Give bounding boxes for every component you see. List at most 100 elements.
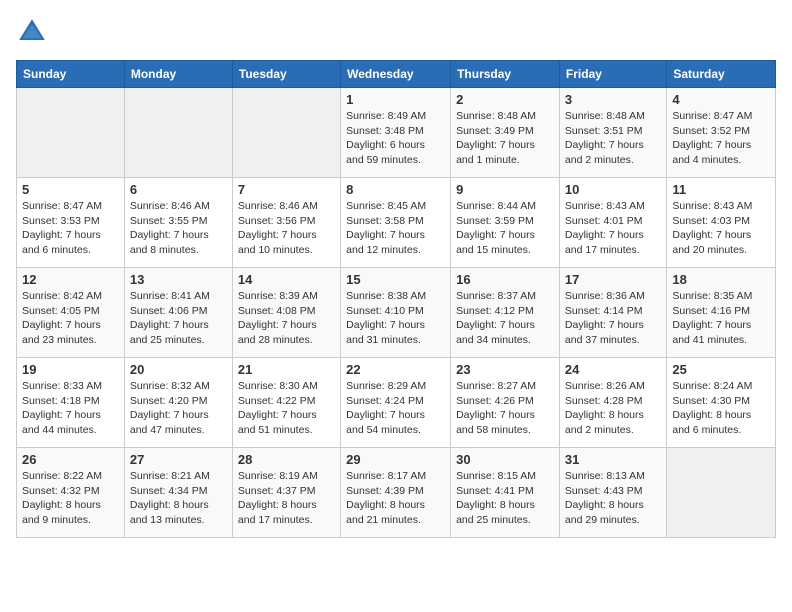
day-number: 31 — [565, 452, 661, 467]
day-info: Sunrise: 8:39 AM Sunset: 4:08 PM Dayligh… — [238, 289, 335, 348]
day-number: 1 — [346, 92, 445, 107]
day-info: Sunrise: 8:47 AM Sunset: 3:52 PM Dayligh… — [672, 109, 770, 168]
calendar-cell: 9 Sunrise: 8:44 AM Sunset: 3:59 PM Daylig… — [451, 178, 560, 268]
day-number: 10 — [565, 182, 661, 197]
weekday-header-tuesday: Tuesday — [232, 61, 340, 88]
day-number: 4 — [672, 92, 770, 107]
calendar-cell: 12 Sunrise: 8:42 AM Sunset: 4:05 PM Dayli… — [17, 268, 125, 358]
day-info: Sunrise: 8:19 AM Sunset: 4:37 PM Dayligh… — [238, 469, 335, 528]
day-info: Sunrise: 8:42 AM Sunset: 4:05 PM Dayligh… — [22, 289, 119, 348]
weekday-header-thursday: Thursday — [451, 61, 560, 88]
day-number: 14 — [238, 272, 335, 287]
day-info: Sunrise: 8:44 AM Sunset: 3:59 PM Dayligh… — [456, 199, 554, 258]
calendar-cell: 19 Sunrise: 8:33 AM Sunset: 4:18 PM Dayli… — [17, 358, 125, 448]
day-number: 3 — [565, 92, 661, 107]
calendar-cell — [667, 448, 776, 538]
day-info: Sunrise: 8:37 AM Sunset: 4:12 PM Dayligh… — [456, 289, 554, 348]
day-number: 20 — [130, 362, 227, 377]
weekday-header-friday: Friday — [559, 61, 666, 88]
day-info: Sunrise: 8:17 AM Sunset: 4:39 PM Dayligh… — [346, 469, 445, 528]
day-info: Sunrise: 8:48 AM Sunset: 3:51 PM Dayligh… — [565, 109, 661, 168]
calendar-cell — [124, 88, 232, 178]
day-number: 19 — [22, 362, 119, 377]
day-info: Sunrise: 8:33 AM Sunset: 4:18 PM Dayligh… — [22, 379, 119, 438]
day-number: 16 — [456, 272, 554, 287]
calendar-cell: 24Sunrise: 8:26 AM Sunset: 4:28 PM Dayli… — [559, 358, 666, 448]
calendar-cell: 8Sunrise: 8:45 AM Sunset: 3:58 PM Daylig… — [341, 178, 451, 268]
day-number: 30 — [456, 452, 554, 467]
day-number: 8 — [346, 182, 445, 197]
weekday-header-saturday: Saturday — [667, 61, 776, 88]
calendar-cell — [17, 88, 125, 178]
calendar-cell: 14 Sunrise: 8:39 AM Sunset: 4:08 PM Dayli… — [232, 268, 340, 358]
day-number: 15 — [346, 272, 445, 287]
calendar-cell: 27 Sunrise: 8:21 AM Sunset: 4:34 PM Dayli… — [124, 448, 232, 538]
calendar-cell: 3 Sunrise: 8:48 AM Sunset: 3:51 PM Daylig… — [559, 88, 666, 178]
calendar-cell: 1 Sunrise: 8:49 AM Sunset: 3:48 PM Daylig… — [341, 88, 451, 178]
calendar-body: 1 Sunrise: 8:49 AM Sunset: 3:48 PM Daylig… — [17, 88, 776, 538]
calendar-cell: 7Sunrise: 8:46 AM Sunset: 3:56 PM Daylig… — [232, 178, 340, 268]
day-number: 12 — [22, 272, 119, 287]
calendar-header: SundayMondayTuesdayWednesdayThursdayFrid… — [17, 61, 776, 88]
day-info: Sunrise: 8:36 AM Sunset: 4:14 PM Dayligh… — [565, 289, 661, 348]
day-info: Sunrise: 8:32 AM Sunset: 4:20 PM Dayligh… — [130, 379, 227, 438]
day-number: 17 — [565, 272, 661, 287]
calendar-cell: 30 Sunrise: 8:15 AM Sunset: 4:41 PM Dayli… — [451, 448, 560, 538]
calendar-cell: 31 Sunrise: 8:13 AM Sunset: 4:43 PM Dayli… — [559, 448, 666, 538]
day-info: Sunrise: 8:49 AM Sunset: 3:48 PM Dayligh… — [346, 109, 445, 168]
weekday-header-sunday: Sunday — [17, 61, 125, 88]
calendar-cell: 20 Sunrise: 8:32 AM Sunset: 4:20 PM Dayli… — [124, 358, 232, 448]
day-info: Sunrise: 8:35 AM Sunset: 4:16 PM Dayligh… — [672, 289, 770, 348]
calendar-cell: 17 Sunrise: 8:36 AM Sunset: 4:14 PM Dayli… — [559, 268, 666, 358]
calendar-week-0: 1 Sunrise: 8:49 AM Sunset: 3:48 PM Daylig… — [17, 88, 776, 178]
day-number: 29 — [346, 452, 445, 467]
calendar-cell: 28Sunrise: 8:19 AM Sunset: 4:37 PM Dayli… — [232, 448, 340, 538]
day-number: 26 — [22, 452, 119, 467]
day-info: Sunrise: 8:38 AM Sunset: 4:10 PM Dayligh… — [346, 289, 445, 348]
logo-icon — [16, 16, 48, 48]
day-number: 22 — [346, 362, 445, 377]
day-info: Sunrise: 8:30 AM Sunset: 4:22 PM Dayligh… — [238, 379, 335, 438]
calendar-cell: 26 Sunrise: 8:22 AM Sunset: 4:32 PM Dayli… — [17, 448, 125, 538]
calendar-cell: 15 Sunrise: 8:38 AM Sunset: 4:10 PM Dayli… — [341, 268, 451, 358]
day-number: 13 — [130, 272, 227, 287]
calendar-cell: 4 Sunrise: 8:47 AM Sunset: 3:52 PM Daylig… — [667, 88, 776, 178]
day-info: Sunrise: 8:43 AM Sunset: 4:03 PM Dayligh… — [672, 199, 770, 258]
day-number: 27 — [130, 452, 227, 467]
calendar-cell: 21Sunrise: 8:30 AM Sunset: 4:22 PM Dayli… — [232, 358, 340, 448]
day-info: Sunrise: 8:21 AM Sunset: 4:34 PM Dayligh… — [130, 469, 227, 528]
calendar-cell: 16 Sunrise: 8:37 AM Sunset: 4:12 PM Dayli… — [451, 268, 560, 358]
calendar-table: SundayMondayTuesdayWednesdayThursdayFrid… — [16, 60, 776, 538]
calendar-week-2: 12 Sunrise: 8:42 AM Sunset: 4:05 PM Dayli… — [17, 268, 776, 358]
calendar-cell: 5 Sunrise: 8:47 AM Sunset: 3:53 PM Daylig… — [17, 178, 125, 268]
day-info: Sunrise: 8:27 AM Sunset: 4:26 PM Dayligh… — [456, 379, 554, 438]
day-info: Sunrise: 8:46 AM Sunset: 3:55 PM Dayligh… — [130, 199, 227, 258]
calendar-cell: 23Sunrise: 8:27 AM Sunset: 4:26 PM Dayli… — [451, 358, 560, 448]
day-info: Sunrise: 8:43 AM Sunset: 4:01 PM Dayligh… — [565, 199, 661, 258]
day-number: 18 — [672, 272, 770, 287]
weekday-header-row: SundayMondayTuesdayWednesdayThursdayFrid… — [17, 61, 776, 88]
day-number: 9 — [456, 182, 554, 197]
calendar-cell: 29 Sunrise: 8:17 AM Sunset: 4:39 PM Dayli… — [341, 448, 451, 538]
calendar-cell: 18 Sunrise: 8:35 AM Sunset: 4:16 PM Dayli… — [667, 268, 776, 358]
day-info: Sunrise: 8:47 AM Sunset: 3:53 PM Dayligh… — [22, 199, 119, 258]
day-info: Sunrise: 8:29 AM Sunset: 4:24 PM Dayligh… — [346, 379, 445, 438]
day-number: 25 — [672, 362, 770, 377]
day-info: Sunrise: 8:26 AM Sunset: 4:28 PM Dayligh… — [565, 379, 661, 438]
calendar-cell: 2Sunrise: 8:48 AM Sunset: 3:49 PM Daylig… — [451, 88, 560, 178]
calendar-cell: 22 Sunrise: 8:29 AM Sunset: 4:24 PM Dayli… — [341, 358, 451, 448]
calendar-week-1: 5 Sunrise: 8:47 AM Sunset: 3:53 PM Daylig… — [17, 178, 776, 268]
calendar-cell — [232, 88, 340, 178]
logo — [16, 16, 52, 48]
day-number: 7 — [238, 182, 335, 197]
calendar-week-3: 19 Sunrise: 8:33 AM Sunset: 4:18 PM Dayli… — [17, 358, 776, 448]
day-info: Sunrise: 8:13 AM Sunset: 4:43 PM Dayligh… — [565, 469, 661, 528]
day-info: Sunrise: 8:22 AM Sunset: 4:32 PM Dayligh… — [22, 469, 119, 528]
calendar-cell: 25 Sunrise: 8:24 AM Sunset: 4:30 PM Dayli… — [667, 358, 776, 448]
day-info: Sunrise: 8:24 AM Sunset: 4:30 PM Dayligh… — [672, 379, 770, 438]
day-number: 5 — [22, 182, 119, 197]
calendar-cell: 11Sunrise: 8:43 AM Sunset: 4:03 PM Dayli… — [667, 178, 776, 268]
day-number: 2 — [456, 92, 554, 107]
calendar-week-4: 26 Sunrise: 8:22 AM Sunset: 4:32 PM Dayli… — [17, 448, 776, 538]
day-info: Sunrise: 8:15 AM Sunset: 4:41 PM Dayligh… — [456, 469, 554, 528]
